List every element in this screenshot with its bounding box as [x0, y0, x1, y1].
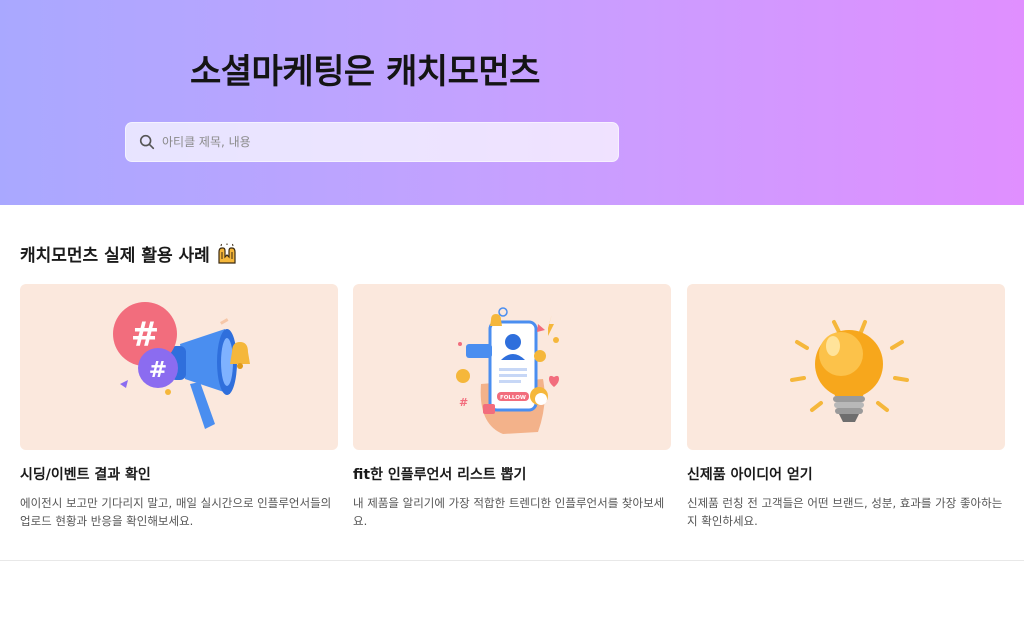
- svg-text:FOLLOW: FOLLOW: [500, 395, 526, 401]
- page-title: 소셜마케팅은 캐치모먼츠: [190, 52, 540, 92]
- case-card-seeding[interactable]: # # 시딩/이벤트 결과 확인 에이전시 보고만 기다리지 말고, 매일 실시…: [20, 284, 338, 530]
- section-divider: [0, 560, 1024, 561]
- raised-hands-icon: [218, 243, 236, 264]
- search-bar[interactable]: [125, 122, 619, 162]
- card-image: [687, 284, 1005, 450]
- card-title: 시딩/이벤트 결과 확인: [20, 467, 151, 483]
- case-card-influencer[interactable]: FOLLOW # fit한 인플루언서 리스트 뽑기 내 제품을 알리기에 가장…: [353, 284, 671, 530]
- section-title-text: 캐치모먼츠 실제 활용 사례: [20, 246, 210, 266]
- svg-text:#: #: [459, 396, 468, 409]
- search-icon: [139, 134, 155, 150]
- phone-follow-icon: FOLLOW #: [456, 307, 559, 434]
- lightbulb-icon: [790, 320, 909, 422]
- card-description: 에이전시 보고만 기다리지 말고, 매일 실시간으로 인플루언서들의 업로드 현…: [20, 496, 332, 528]
- card-title: fit한 인플루언서 리스트 뽑기: [353, 467, 527, 483]
- svg-text:#: #: [149, 358, 167, 383]
- card-image: # #: [20, 284, 338, 450]
- card-description: 신제품 런칭 전 고객들은 어떤 브랜드, 성분, 효과를 가장 좋아하는지 확…: [687, 496, 1003, 528]
- hero-banner: 소셜마케팅은 캐치모먼츠: [0, 0, 1024, 205]
- card-image: FOLLOW #: [353, 284, 671, 450]
- card-description: 내 제품을 알리기에 가장 적합한 트렌디한 인플루언서를 찾아보세요.: [353, 496, 665, 528]
- megaphone-hashtag-icon: # #: [113, 302, 250, 429]
- section-title: 캐치모먼츠 실제 활용 사례: [20, 241, 238, 266]
- case-card-product-idea[interactable]: 신제품 아이디어 얻기 신제품 런칭 전 고객들은 어떤 브랜드, 성분, 효과…: [687, 284, 1005, 530]
- card-title: 신제품 아이디어 얻기: [687, 467, 813, 483]
- search-input[interactable]: [162, 135, 618, 149]
